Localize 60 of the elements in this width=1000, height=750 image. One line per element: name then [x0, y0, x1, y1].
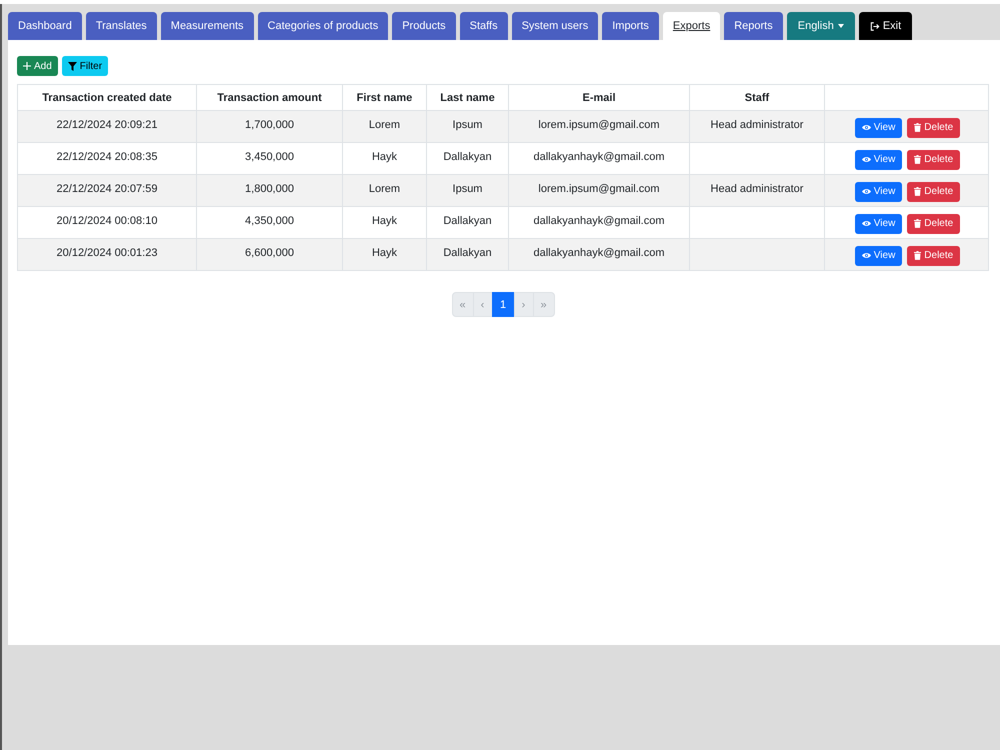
delete-button[interactable]: Delete — [907, 214, 960, 234]
column-header: E-mail — [508, 84, 690, 110]
table-cell: 6,600,000 — [196, 238, 342, 270]
exit-button[interactable]: Exit — [858, 12, 912, 40]
funnel-icon — [68, 62, 77, 70]
trash-icon — [914, 251, 922, 260]
view-button[interactable]: View — [854, 150, 902, 170]
table-cell: 22/12/2024 20:09:21 — [18, 110, 196, 142]
eye-icon — [862, 220, 871, 227]
delete-button[interactable]: Delete — [907, 182, 960, 202]
table-cell: Hayk — [342, 238, 426, 270]
table-cell: lorem.ipsum@gmail.com — [508, 110, 690, 142]
eye-icon — [862, 252, 871, 259]
column-header: Staff — [690, 84, 824, 110]
table-cell: Ipsum — [426, 174, 508, 206]
nav-tab[interactable]: Dashboard — [8, 12, 82, 40]
page-number-button[interactable]: 1 — [492, 292, 514, 317]
delete-button[interactable]: Delete — [907, 246, 960, 266]
table-cell: Dallakyan — [426, 238, 508, 270]
view-button[interactable]: View — [854, 118, 902, 138]
nav-tab[interactable]: Reports — [724, 12, 783, 40]
table-cell: Lorem — [342, 174, 426, 206]
nav-tab[interactable]: Measurements — [160, 12, 254, 40]
nav-tab[interactable]: Staffs — [460, 12, 508, 40]
table-cell: Ipsum — [426, 110, 508, 142]
language-dropdown[interactable]: English — [786, 12, 855, 40]
view-button[interactable]: View — [854, 182, 902, 202]
table-cell: Lorem — [342, 110, 426, 142]
column-header: Transaction created date — [18, 84, 196, 110]
table-cell: dallakyanhayk@gmail.com — [508, 238, 690, 270]
view-button[interactable]: View — [854, 246, 902, 266]
nav-tab[interactable]: Categories of products — [258, 12, 388, 40]
table-cell: 1,700,000 — [196, 110, 342, 142]
view-button[interactable]: View — [854, 214, 902, 234]
trash-icon — [914, 187, 922, 196]
table-cell: Head administrator — [690, 174, 824, 206]
trash-icon — [914, 219, 922, 228]
nav-tab[interactable]: Translates — [86, 12, 157, 40]
trash-icon — [914, 155, 922, 164]
eye-icon — [862, 188, 871, 195]
column-header: Transaction amount — [196, 84, 342, 110]
table-cell: 1,800,000 — [196, 174, 342, 206]
delete-button[interactable]: Delete — [907, 150, 960, 170]
nav-tab[interactable]: System users — [512, 12, 598, 40]
nav-tab[interactable]: Exports — [662, 12, 720, 40]
filter-button[interactable]: Filter — [62, 56, 108, 76]
table-cell: lorem.ipsum@gmail.com — [508, 174, 690, 206]
plus-icon — [23, 62, 31, 70]
eye-icon — [862, 124, 871, 131]
nav-tab[interactable]: Imports — [602, 12, 659, 40]
nav-tab[interactable]: Products — [392, 12, 456, 40]
add-button[interactable]: Add — [17, 56, 58, 76]
trash-icon — [914, 123, 922, 132]
caret-icon — [838, 24, 844, 28]
table-cell: 22/12/2024 20:07:59 — [18, 174, 196, 206]
delete-button[interactable]: Delete — [907, 118, 960, 138]
table-cell: Head administrator — [690, 110, 824, 142]
eye-icon — [862, 156, 871, 163]
sign-out-icon — [870, 22, 880, 30]
table-cell: 20/12/2024 00:01:23 — [18, 238, 196, 270]
